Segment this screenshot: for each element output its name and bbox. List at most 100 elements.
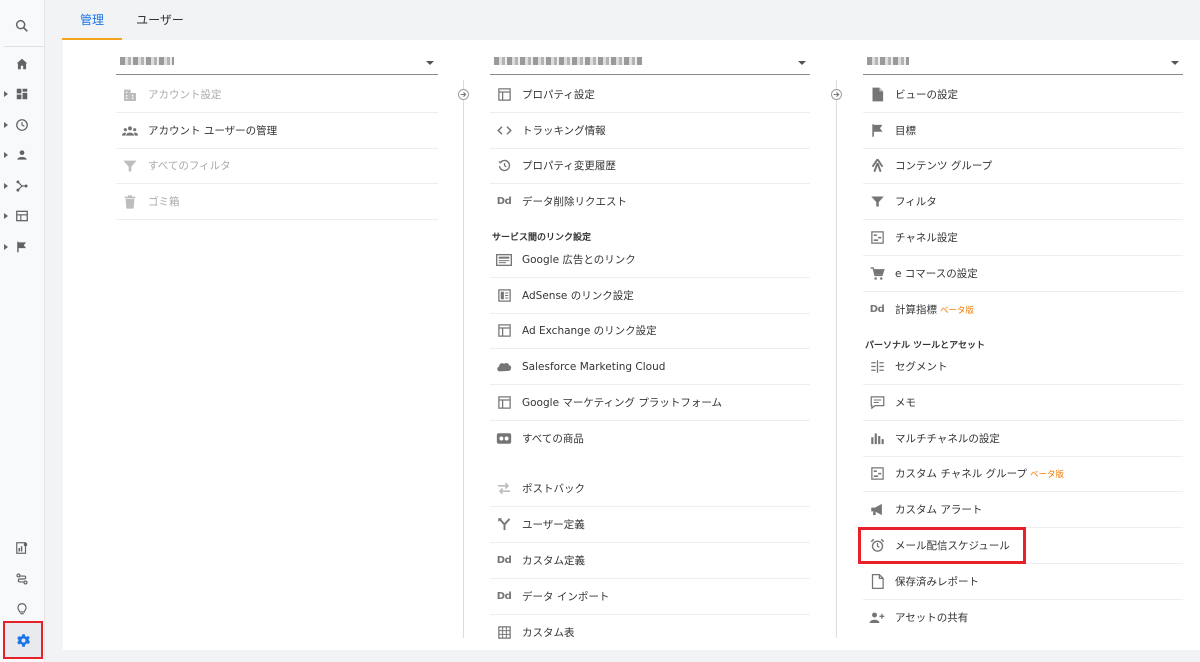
expand-caret-icon (4, 213, 8, 219)
expand-caret-icon (4, 122, 8, 128)
table-icon (15, 209, 29, 223)
calculated-metrics-item[interactable]: Dd 計算指標 ベータ版 (863, 292, 1183, 327)
all-filters-item[interactable]: すべてのフィルタ (116, 148, 438, 184)
tab-admin[interactable]: 管理 (62, 0, 122, 40)
adsense-link-item[interactable]: AdSense のリンク設定 (490, 278, 810, 314)
arrow-right-icon (458, 89, 469, 100)
ad-exchange-link-label: Ad Exchange のリンク設定 (522, 325, 657, 337)
dashboard-icon (15, 87, 29, 101)
path-icon (15, 572, 29, 586)
left-nav-rail (0, 0, 45, 662)
property-history-item[interactable]: プロパティ変更履歴 (490, 148, 810, 184)
segments-label: セグメント (895, 361, 948, 373)
trash-icon (122, 194, 138, 210)
data-deletion-item[interactable]: Dd データ削除リクエスト (490, 184, 810, 219)
channel-settings-item[interactable]: チャネル設定 (863, 220, 1183, 256)
google-marketing-platform-link-item[interactable]: Google マーケティング プラットフォーム (490, 385, 810, 421)
blurred-property-name (494, 57, 642, 65)
search-icon (14, 18, 30, 34)
segments-item[interactable]: セグメント (863, 349, 1183, 385)
cart-icon (869, 266, 885, 282)
ecommerce-settings-item[interactable]: e コマースの設定 (863, 256, 1183, 292)
ad-exchange-link-item[interactable]: Ad Exchange のリンク設定 (490, 313, 810, 349)
property-history-label: プロパティ変更履歴 (522, 160, 616, 172)
tracking-info-label: トラッキング情報 (522, 125, 606, 137)
admin-settings-button[interactable] (3, 621, 43, 659)
nav-attribution[interactable] (0, 533, 44, 563)
user-definition-label: ユーザー定義 (522, 519, 585, 531)
tracking-info-item[interactable]: トラッキング情報 (490, 113, 810, 149)
segment-icon (869, 359, 885, 375)
bars-icon (869, 431, 885, 447)
saved-reports-label: 保存済みレポート (895, 576, 979, 588)
person-icon (15, 148, 29, 162)
view-settings-item[interactable]: ビューの設定 (863, 77, 1183, 113)
multichannel-settings-label: マルチチャネルの設定 (895, 433, 1000, 445)
custom-definitions-label: カスタム定義 (522, 555, 585, 567)
fork-icon (496, 517, 512, 533)
dd-icon: Dd (869, 304, 885, 315)
ecommerce-settings-label: e コマースの設定 (895, 268, 978, 280)
nav-audience[interactable] (0, 140, 44, 170)
postback-item[interactable]: ポストバック (490, 471, 810, 507)
custom-definitions-item[interactable]: Dd カスタム定義 (490, 543, 810, 579)
all-products-label: すべての商品 (522, 433, 584, 445)
adsense-icon (496, 288, 512, 304)
all-products-item[interactable]: すべての商品 (490, 421, 810, 456)
nav-insights[interactable] (0, 594, 44, 624)
postback-label: ポストバック (522, 483, 585, 495)
share-assets-item[interactable]: アセットの共有 (863, 600, 1183, 635)
goals-item[interactable]: 目標 (863, 113, 1183, 149)
property-selector[interactable] (490, 50, 810, 75)
nav-realtime[interactable] (0, 110, 44, 140)
building-icon (122, 87, 138, 103)
custom-tables-label: カスタム表 (522, 627, 575, 639)
data-deletion-label: データ削除リクエスト (522, 196, 627, 208)
data-import-item[interactable]: Dd データ インポート (490, 579, 810, 615)
megaphone-icon (869, 502, 885, 518)
window-icon (496, 395, 512, 411)
account-settings-label: アカウント設定 (148, 89, 222, 101)
rail-divider (4, 46, 44, 47)
nav-home[interactable] (0, 49, 44, 79)
comment-icon (869, 395, 885, 411)
nav-discover[interactable] (0, 564, 44, 594)
tab-user[interactable]: ユーザー (122, 0, 198, 40)
custom-tables-item[interactable]: カスタム表 (490, 615, 810, 650)
person-run-icon (869, 158, 885, 174)
dropdown-caret-icon (798, 61, 806, 65)
column-divider (463, 80, 464, 638)
adsense-link-label: AdSense のリンク設定 (522, 290, 634, 302)
products-icon (496, 431, 512, 447)
account-user-management-item[interactable]: アカウント ユーザーの管理 (116, 113, 438, 149)
custom-alerts-item[interactable]: カスタム アラート (863, 492, 1183, 528)
dd-icon: Dd (496, 196, 512, 207)
nav-acquisition[interactable] (0, 171, 44, 201)
nav-customization[interactable] (0, 79, 44, 109)
account-selector[interactable] (116, 50, 438, 75)
google-ads-link-item[interactable]: Google 広告とのリンク (490, 242, 810, 278)
property-settings-item[interactable]: プロパティ設定 (490, 77, 810, 113)
custom-channel-grouping-label: カスタム チャネル グループ (895, 468, 1027, 480)
nav-conversions[interactable] (0, 232, 44, 262)
search-button[interactable] (0, 11, 44, 41)
user-definition-item[interactable]: ユーザー定義 (490, 507, 810, 543)
view-filters-item[interactable]: フィルタ (863, 184, 1183, 220)
content-grouping-item[interactable]: コンテンツ グループ (863, 148, 1183, 184)
history-icon (496, 158, 512, 174)
code-icon (496, 123, 512, 139)
account-settings-item[interactable]: アカウント設定 (116, 77, 438, 113)
content-grouping-label: コンテンツ グループ (895, 160, 993, 172)
custom-channel-grouping-item[interactable]: カスタム チャネル グループ ベータ版 (863, 456, 1183, 492)
nav-behavior[interactable] (0, 201, 44, 231)
salesforce-link-item[interactable]: Salesforce Marketing Cloud (490, 349, 810, 385)
person-add-icon (869, 610, 885, 626)
saved-reports-item[interactable]: 保存済みレポート (863, 564, 1183, 600)
trash-item[interactable]: ゴミ箱 (116, 184, 438, 220)
channel-icon (869, 230, 885, 246)
annotations-item[interactable]: メモ (863, 385, 1183, 421)
multichannel-settings-item[interactable]: マルチチャネルの設定 (863, 421, 1183, 457)
data-import-label: データ インポート (522, 591, 610, 603)
view-selector[interactable] (863, 50, 1183, 75)
expand-caret-icon (4, 183, 8, 189)
